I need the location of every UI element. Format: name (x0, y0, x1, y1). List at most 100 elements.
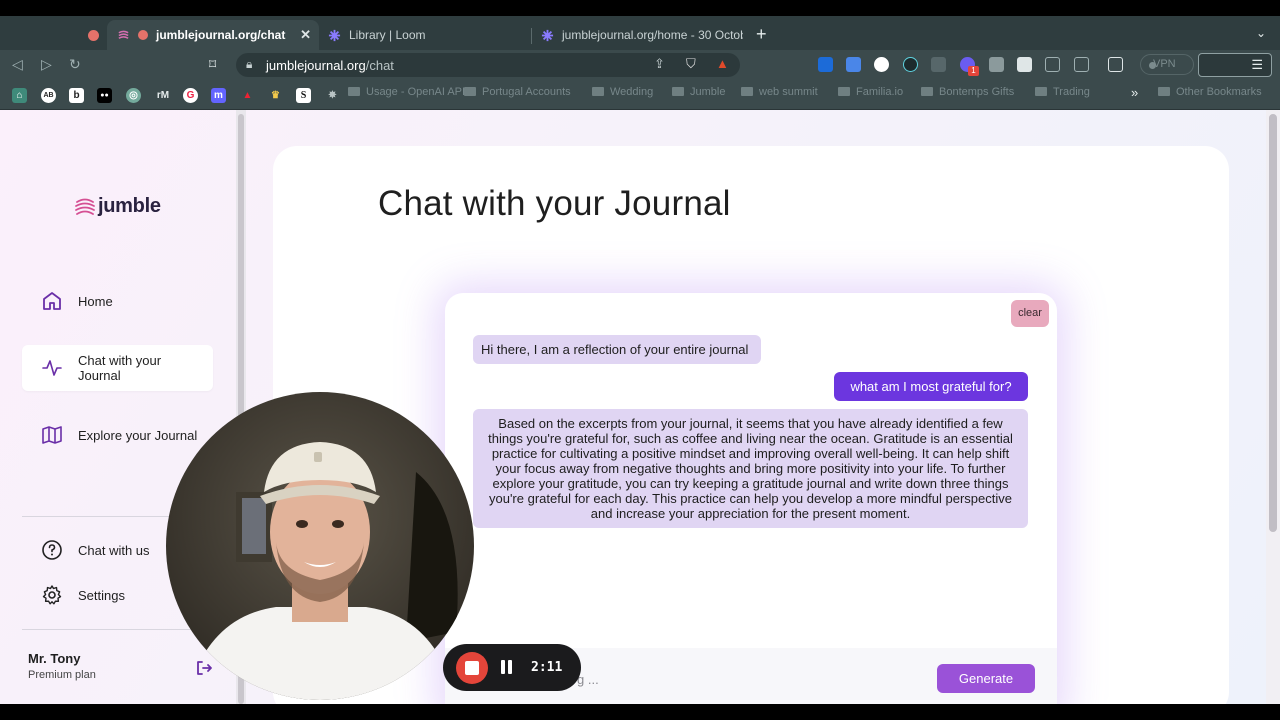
bookmark-usage-openai[interactable]: Usage - OpenAI API (348, 86, 465, 98)
bookmark-b-icon[interactable]: b (69, 88, 84, 103)
activity-pulse-icon (42, 360, 62, 376)
bookmark-openai-api-icon[interactable]: ✸ (325, 88, 340, 103)
jumble-logo[interactable]: jumble (75, 195, 161, 218)
bookmark-folder-other[interactable]: Other Bookmarks (1158, 86, 1262, 98)
logo-text: jumble (98, 195, 161, 217)
bookmark-folder-portugal[interactable]: Portugal Accounts (464, 86, 571, 98)
browser-menu-button[interactable]: ☰ (1198, 53, 1272, 77)
bookmark-folder-jumble[interactable]: Jumble (672, 86, 725, 98)
chat-panel: clear Hi there, I am a reflection of you… (445, 293, 1057, 704)
webcam-overlay[interactable] (166, 392, 474, 700)
user-name: Mr. Tony (28, 651, 81, 666)
bookmark-home-icon[interactable]: ⌂ (12, 88, 27, 103)
bookmark-rm-icon[interactable]: rM (154, 88, 172, 103)
vpn-button[interactable]: VPN (1140, 54, 1194, 75)
scrollbar-thumb[interactable] (1269, 114, 1277, 532)
extension-m-icon[interactable] (874, 57, 889, 72)
share-icon[interactable]: ⇪ (654, 56, 665, 72)
bookmark-icon[interactable]: ⌑ (209, 56, 216, 73)
bottom-letterbox (0, 704, 1280, 720)
recording-controls: 2:11 (443, 644, 581, 691)
page-scrollbar[interactable] (1266, 110, 1280, 704)
bookmark-ab-icon[interactable]: AB (41, 88, 56, 103)
extension-badge: 1 (968, 66, 979, 76)
sidebar-item-chat[interactable]: Chat with your Journal (22, 345, 213, 391)
bookmark-g-icon[interactable]: G (183, 88, 198, 103)
browser-tab-strip: jumblejournal.org/chat ✕ Library | Loom … (0, 16, 1280, 50)
sidebar-item-label: Explore your Journal (78, 427, 198, 443)
user-plan: Premium plan (28, 669, 96, 681)
sidebar-toggle-icon[interactable] (1074, 57, 1089, 72)
browser-toolbar: ◁ ▷ ↻ ⌑ 🔒︎ jumblejournal.org/chat ⇪ ⛉ ▲ … (0, 50, 1280, 80)
page-title: Chat with your Journal (378, 184, 731, 223)
home-icon (43, 292, 61, 310)
bookmark-openai-icon[interactable]: ◎ (126, 88, 141, 103)
assistant-message: Hi there, I am a reflection of your enti… (473, 335, 761, 364)
sidebar-item-label: Home (78, 293, 113, 309)
extension-print-icon[interactable] (1017, 57, 1032, 72)
record-favicon-icon (88, 29, 99, 41)
sidebar-item-explore[interactable]: Explore your Journal (22, 422, 213, 448)
bookmark-folder-trading[interactable]: Trading (1035, 86, 1090, 98)
bookmark-folder-web-summit[interactable]: web summit (741, 86, 818, 98)
bookmark-folder-bontemps[interactable]: Bontemps Gifts (921, 86, 1014, 98)
bookmark-mastodon-icon[interactable]: m (211, 88, 226, 103)
top-letterbox (0, 0, 1280, 16)
forward-icon[interactable]: ▷ (41, 56, 52, 73)
tab-label: jumblejournal.org/chat (156, 28, 286, 42)
sidebar-item-home[interactable]: Home (22, 288, 213, 314)
back-icon[interactable]: ◁ (12, 56, 23, 73)
react-devtools-icon[interactable] (903, 57, 918, 72)
tab-close-icon[interactable]: ✕ (300, 27, 311, 43)
new-tab-button[interactable]: + (756, 24, 767, 45)
bookmarks-overflow-icon[interactable]: » (1131, 85, 1138, 100)
logout-icon[interactable] (195, 659, 213, 677)
sidebar-item-label: Chat with us (78, 542, 150, 558)
reload-icon[interactable]: ↻ (69, 56, 81, 73)
translate-icon[interactable] (846, 57, 861, 72)
bookmark-medium-icon[interactable]: ●● (97, 88, 112, 103)
help-circle-icon (42, 540, 62, 560)
assistant-message: Based on the excerpts from your journal,… (473, 409, 1028, 528)
bookmark-crown-icon[interactable]: ♛ (268, 88, 283, 103)
tab-search-chevron-icon[interactable]: ⌄ (1256, 26, 1266, 40)
wallet-icon[interactable] (1108, 57, 1123, 72)
tab-jumble-chat[interactable]: jumblejournal.org/chat ✕ (107, 20, 319, 50)
tab-loom-library[interactable]: Library | Loom (318, 20, 530, 50)
chat-input-placeholder[interactable]: g ... (577, 672, 599, 687)
presenter-video-image (166, 392, 474, 700)
brave-shields-icon[interactable]: ⛉ (686, 56, 696, 72)
extension-card-icon[interactable] (931, 57, 946, 72)
bookmark-folder-wedding[interactable]: Wedding (592, 86, 653, 98)
recording-timer: 2:11 (531, 660, 563, 675)
url-text: jumblejournal.org/chat (266, 58, 394, 73)
bookmark-red-icon[interactable]: ▲ (240, 88, 255, 103)
stop-recording-button[interactable] (456, 652, 488, 684)
sidebar-item-label: Chat with your Journal (78, 353, 162, 383)
address-bar[interactable]: 🔒︎ jumblejournal.org/chat ⇪ ⛉ ▲ (236, 53, 740, 77)
extension-copy-icon[interactable] (989, 57, 1004, 72)
clear-button[interactable]: clear (1011, 300, 1049, 327)
loom-favicon-icon (541, 29, 554, 41)
recording-dot-icon (138, 30, 148, 40)
user-message: what am I most grateful for? (834, 372, 1028, 401)
gear-icon (42, 585, 62, 605)
extension-b-icon[interactable] (818, 57, 833, 72)
lock-icon: 🔒︎ (246, 57, 253, 71)
bookmark-s-icon[interactable]: S (296, 88, 311, 103)
hamburger-icon: ☰ (1251, 57, 1263, 72)
bookmarks-bar: ⌂ AB b ●● ◎ rM G m ▲ ♛ S ✸ Usage - OpenA… (0, 80, 1280, 110)
generate-button[interactable]: Generate (937, 664, 1035, 693)
tab-jumble-home[interactable]: jumblejournal.org/home - 30 Octob (531, 20, 743, 50)
extensions-puzzle-icon[interactable] (1045, 57, 1060, 72)
map-icon (42, 426, 62, 444)
screen: jumblejournal.org/chat ✕ Library | Loom … (0, 0, 1280, 720)
tab-pinned[interactable] (80, 20, 106, 50)
pause-icon[interactable] (501, 660, 513, 674)
tab-label: Library | Loom (349, 28, 426, 42)
brave-rewards-icon[interactable]: ▲ (716, 56, 729, 71)
sidebar-item-label: Settings (78, 587, 125, 603)
jumble-logo-icon (75, 198, 95, 215)
bookmark-folder-familia[interactable]: Familia.io (838, 86, 903, 98)
loom-favicon-icon (328, 29, 341, 41)
